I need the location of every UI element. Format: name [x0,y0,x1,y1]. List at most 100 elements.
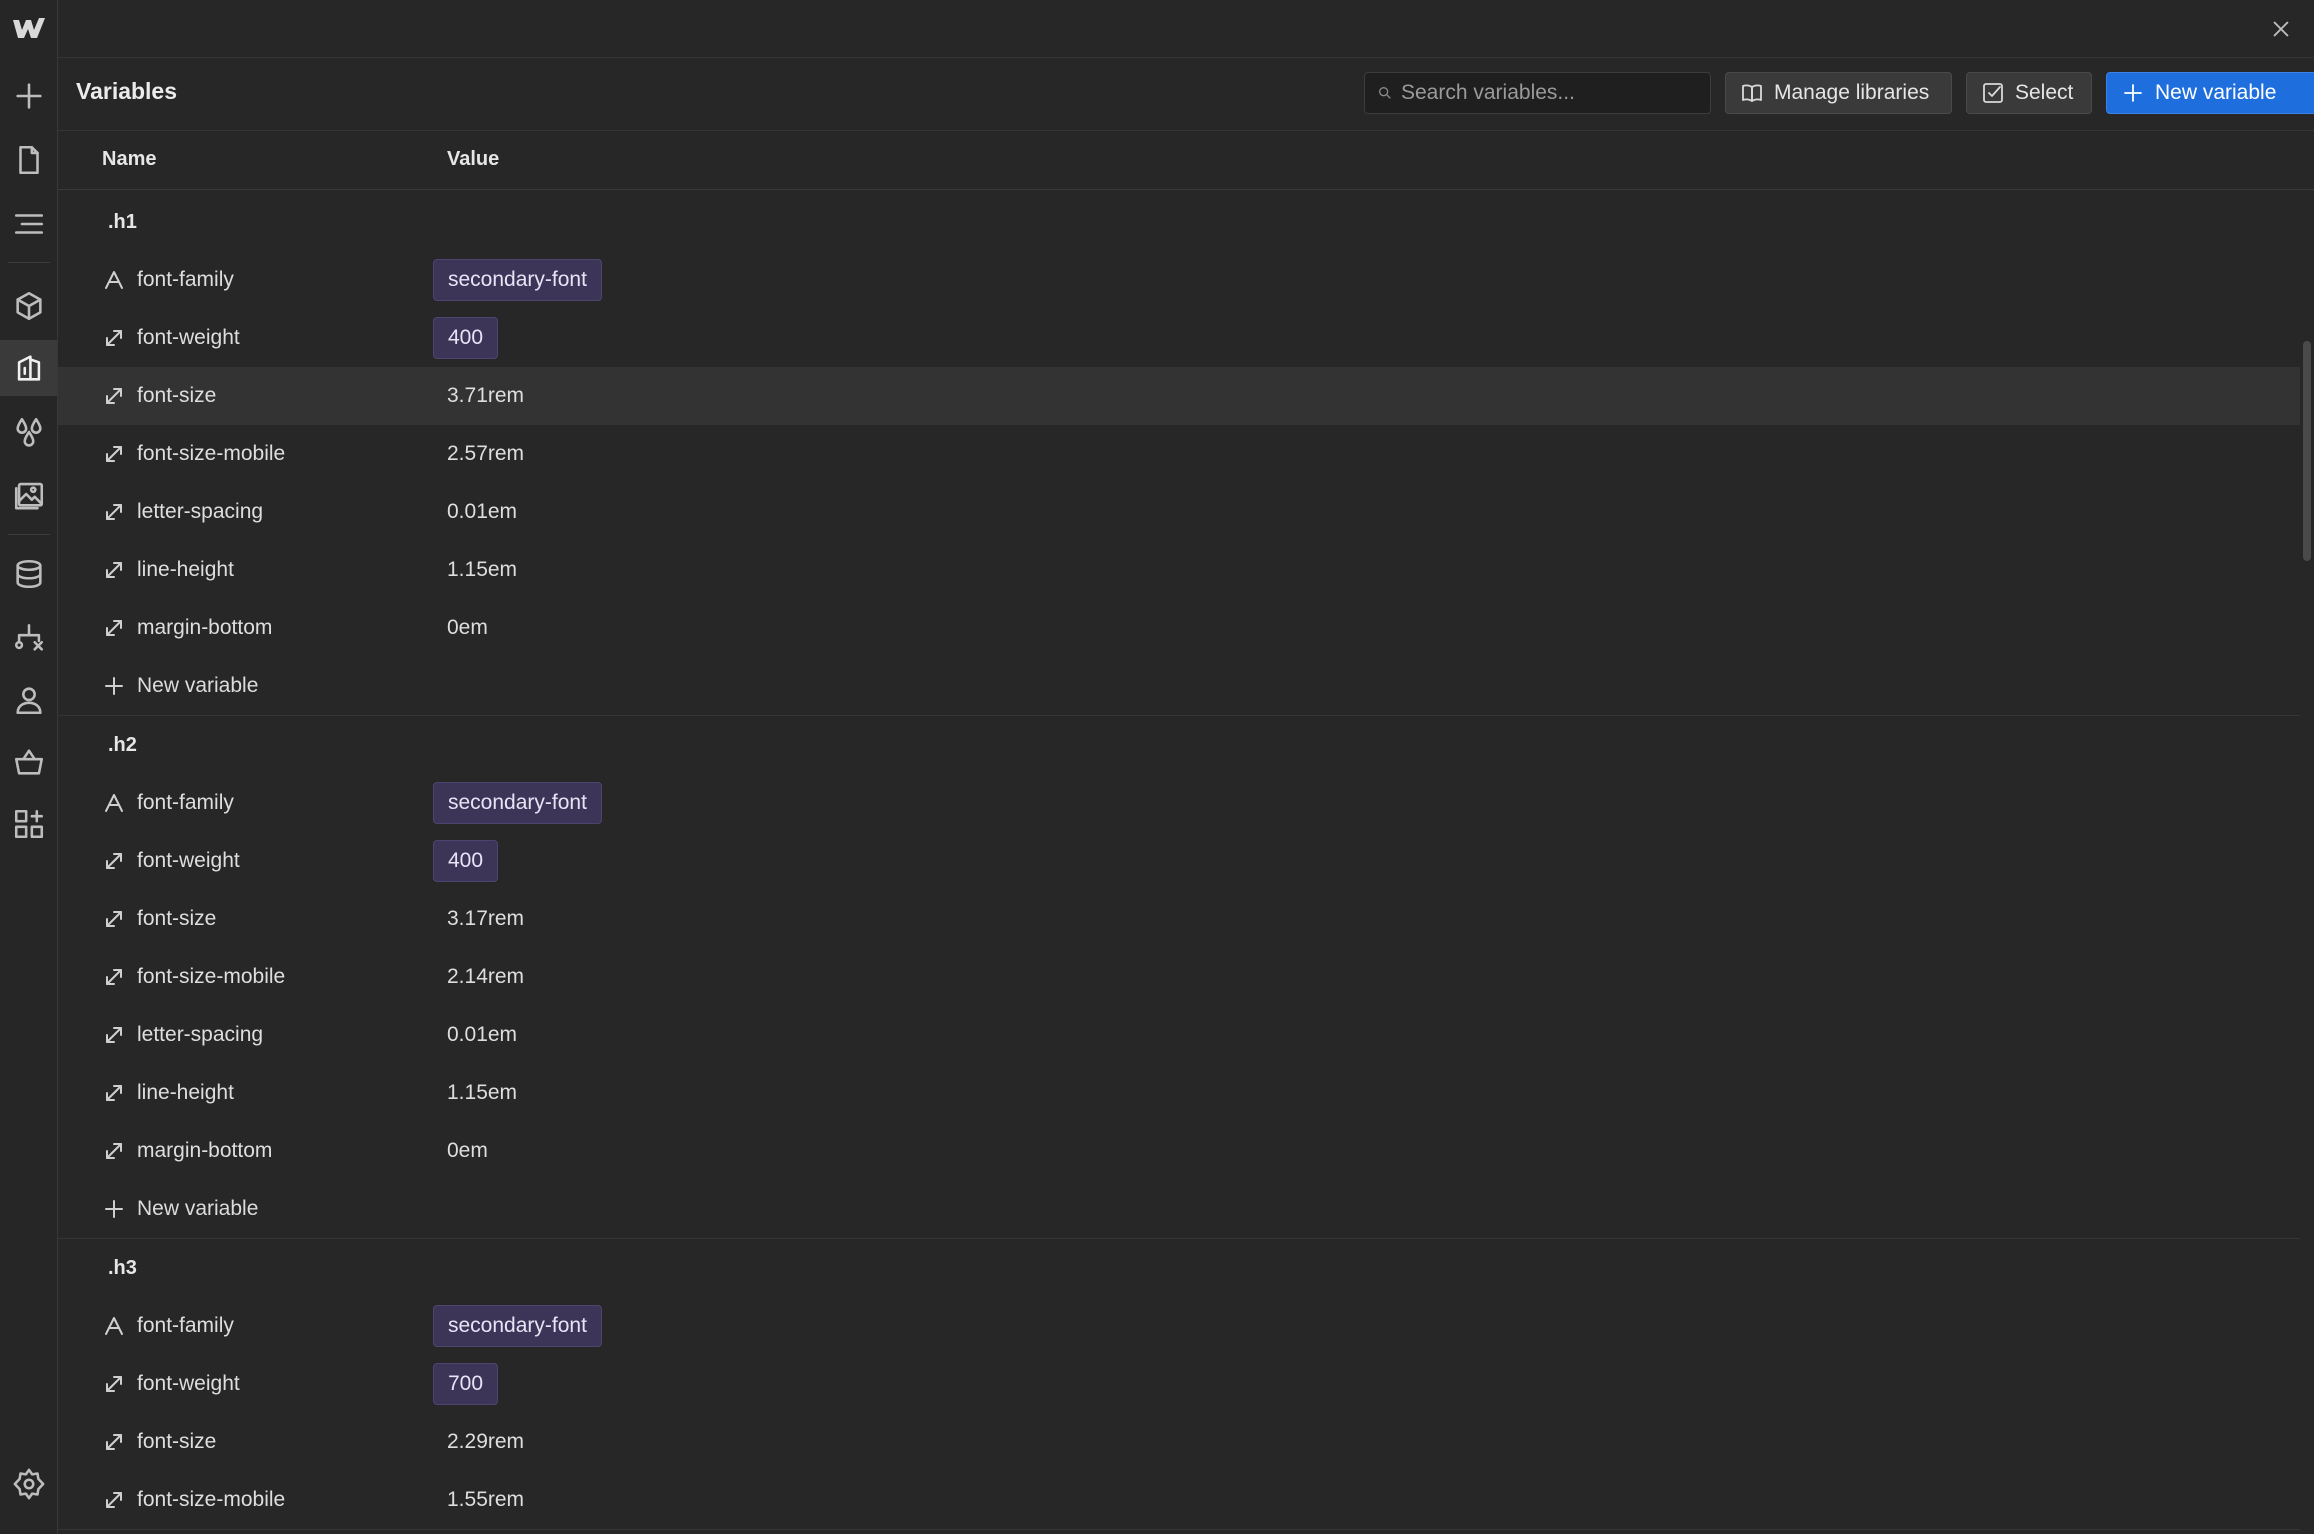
variable-value: 0.01em [447,1023,518,1046]
select-button[interactable]: Select [1966,72,2092,114]
variables-header: Variables Manage libraries Select New va… [58,58,2314,131]
variable-reference-chip[interactable]: 400 [433,840,499,882]
variable-name: font-family [137,791,234,814]
variable-name: letter-spacing [137,500,264,523]
variable-value: 1.15em [447,1081,518,1104]
column-header-value: Value [447,148,500,170]
variable-row[interactable]: font-weight 400 [58,832,2300,890]
variable-group: .h3 font-family secondary-font font-weight 7… [58,1239,2300,1530]
apps-icon[interactable] [0,796,57,852]
group-title[interactable]: .h3 [58,1239,2300,1297]
variable-value: 3.17rem [447,907,525,930]
webflow-logo-icon[interactable] [11,16,47,40]
size-icon [102,1372,126,1396]
variables-icon[interactable] [0,340,57,396]
variable-row[interactable]: font-size 2.29rem [58,1413,2300,1471]
rail-divider [8,262,50,263]
variable-name: font-size-mobile [137,1488,286,1511]
variable-reference-chip[interactable]: secondary-font [433,782,602,824]
size-icon [102,384,126,408]
variable-row[interactable]: font-size 3.71rem [58,367,2300,425]
styles-icon[interactable] [0,404,57,460]
variable-row[interactable]: font-size-mobile 1.55rem [58,1471,2300,1529]
new-variable-row-label: New variable [137,1197,259,1220]
variable-value: 0em [447,1139,488,1162]
variable-row[interactable]: font-weight 400 [58,309,2300,367]
variable-row[interactable]: font-family secondary-font [58,1297,2300,1355]
search-input[interactable] [1401,81,1701,105]
variable-name: font-weight [137,1372,240,1395]
variable-name: margin-bottom [137,1139,273,1162]
size-icon [102,1139,126,1163]
window-top-bar [58,0,2314,58]
variable-row[interactable]: margin-bottom 0em [58,1122,2300,1180]
assets-icon[interactable] [0,466,57,522]
size-icon [102,616,126,640]
new-variable-row-button[interactable]: New variable [58,657,2300,715]
cms-icon[interactable] [0,546,57,602]
close-button[interactable] [2266,14,2296,44]
variable-name: font-size-mobile [137,965,286,988]
components-icon[interactable] [0,278,57,334]
variable-value: 2.29rem [447,1430,525,1453]
variable-reference-chip[interactable]: 400 [433,317,499,359]
group-title[interactable]: .h1 [58,193,2300,251]
size-icon [102,558,126,582]
size-icon [102,907,126,931]
variable-name: font-size [137,1430,217,1453]
variable-row[interactable]: font-size 3.17rem [58,890,2300,948]
ecommerce-icon[interactable] [0,734,57,790]
variable-row[interactable]: line-height 1.15em [58,1064,2300,1122]
variable-value: 0.01em [447,500,518,523]
size-icon [102,1488,126,1512]
variable-row[interactable]: font-size-mobile 2.14rem [58,948,2300,1006]
new-variable-row-label: New variable [137,674,259,697]
add-icon[interactable] [0,68,57,124]
left-toolbar [0,0,58,1534]
size-icon [102,1081,126,1105]
variable-name: line-height [137,1081,234,1104]
variable-value: 2.57rem [447,442,525,465]
variable-reference-chip[interactable]: secondary-font [433,1305,602,1347]
variable-group: .h1 font-family secondary-font font-weight 4… [58,193,2300,716]
table-header: Name Value [58,131,2314,190]
variable-row[interactable]: font-size-mobile 2.57rem [58,425,2300,483]
logic-icon[interactable] [0,610,57,666]
pages-icon[interactable] [0,132,57,188]
variable-name: font-weight [137,326,240,349]
variable-value: 3.71rem [447,384,525,407]
variable-row[interactable]: letter-spacing 0.01em [58,1006,2300,1064]
variable-value: 2.14rem [447,965,525,988]
select-label: Select [2015,81,2074,104]
variables-app: Variables Manage libraries Select New va… [0,0,2314,1534]
search-box[interactable] [1364,72,1711,114]
scrollbar-thumb[interactable] [2303,341,2311,561]
variable-row[interactable]: margin-bottom 0em [58,599,2300,657]
variable-name: font-family [137,268,234,291]
settings-icon[interactable] [0,1456,57,1512]
new-variable-label: New variable [2155,81,2277,104]
search-icon [1379,87,1391,99]
plus-icon [2124,84,2142,102]
variable-row[interactable]: font-family secondary-font [58,251,2300,309]
plus-icon [102,674,126,698]
column-header-name: Name [102,148,157,170]
new-variable-row-button[interactable]: New variable [58,1180,2300,1238]
rail-divider [8,534,50,535]
users-icon[interactable] [0,672,57,728]
variable-row[interactable]: font-family secondary-font [58,774,2300,832]
plus-icon [102,1197,126,1221]
navigator-icon[interactable] [0,196,57,252]
variable-row[interactable]: line-height 1.15em [58,541,2300,599]
group-title[interactable]: .h2 [58,716,2300,774]
new-variable-button[interactable]: New variable [2106,72,2314,114]
variable-reference-chip[interactable]: 700 [433,1363,499,1405]
variable-group: .h2 font-family secondary-font font-weight 4… [58,716,2300,1239]
close-icon [2273,21,2289,37]
variable-row[interactable]: font-weight 700 [58,1355,2300,1413]
variable-reference-chip[interactable]: secondary-font [433,259,602,301]
list-scrollbar[interactable] [2300,193,2314,1534]
font-family-icon [102,791,126,815]
variable-row[interactable]: letter-spacing 0.01em [58,483,2300,541]
manage-libraries-button[interactable]: Manage libraries [1725,72,1952,114]
